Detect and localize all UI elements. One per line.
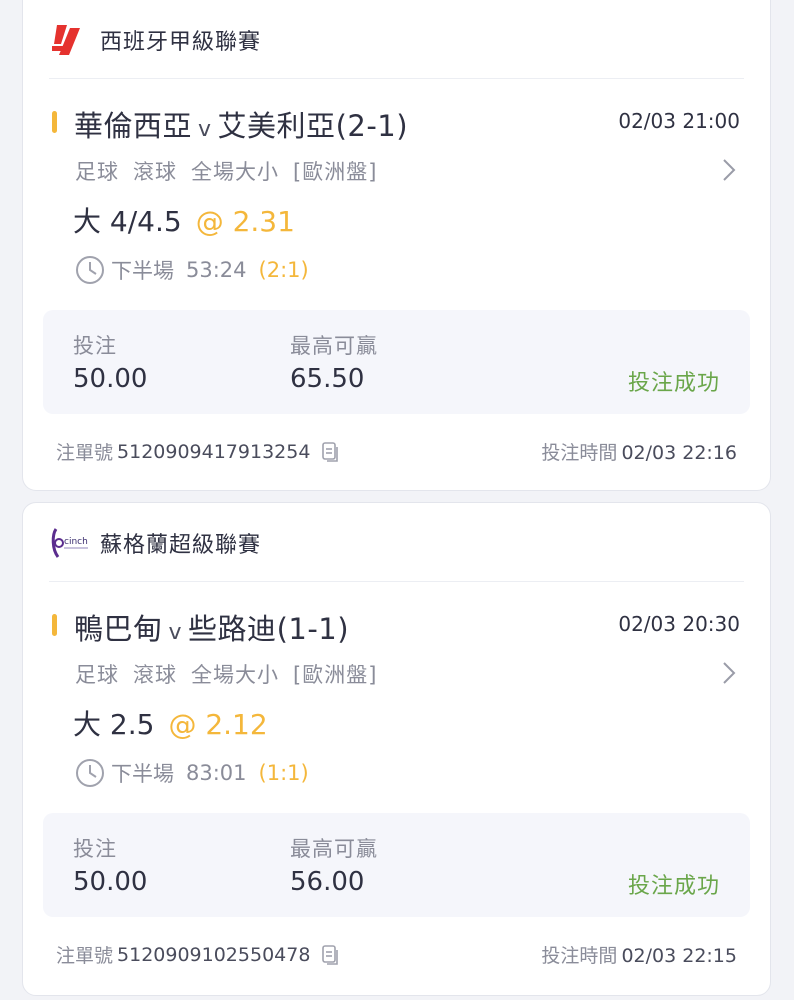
league-name: 蘇格蘭超級聯賽	[100, 533, 262, 558]
slip-label: 注單號	[56, 442, 114, 464]
slip-number: 注單號 5120909102550478	[56, 941, 340, 968]
accent-bar	[52, 111, 57, 133]
away-team: 艾美利亞	[217, 109, 336, 143]
stake-value: 50.00	[73, 364, 148, 394]
stake-value: 50.00	[73, 867, 148, 897]
away-team: 些路迪	[188, 612, 277, 646]
bet-status: 投注成功	[627, 874, 720, 899]
chevron-right-icon[interactable]	[722, 661, 736, 685]
divider	[49, 78, 744, 79]
bet-time: 投注時間 02/03 22:16	[541, 438, 737, 465]
stake-label: 投注	[73, 334, 117, 358]
kickoff-time: 02/03 21:00	[618, 109, 740, 133]
bet-time-label: 投注時間	[541, 442, 618, 464]
match-title: 鴨巴甸 v 些路迪(1-1)	[74, 606, 349, 648]
svg-text:cinch: cinch	[64, 537, 88, 547]
clock-icon	[76, 256, 104, 284]
match-score: (1-1)	[276, 612, 350, 646]
bet-status: 投注成功	[627, 371, 720, 396]
max-win-value: 56.00	[290, 867, 365, 897]
market-info: 足球 滾球 全場大小 [歐洲盤]	[75, 156, 391, 186]
mode-label: 滾球	[133, 663, 177, 687]
match-status: 下半場 53:24 (2:1)	[75, 253, 309, 287]
max-win-label: 最高可贏	[290, 837, 378, 861]
market-info: 足球 滾球 全場大小 [歐洲盤]	[75, 659, 391, 689]
league-header: 西班牙甲級聯賽	[50, 22, 261, 58]
bet-time-value: 02/03 22:16	[621, 442, 737, 464]
max-win-value: 65.50	[290, 364, 365, 394]
live-score: (1:1)	[258, 761, 309, 785]
slip-no: 5120909102550478	[117, 943, 311, 966]
match-title: 華倫西亞 v 艾美利亞(2-1)	[74, 103, 408, 145]
live-score: (2:1)	[258, 258, 309, 282]
copy-icon[interactable]	[320, 441, 340, 463]
bet-time-label: 投注時間	[541, 945, 618, 967]
stake-label: 投注	[73, 837, 117, 861]
bet-time: 投注時間 02/03 22:15	[541, 941, 737, 968]
selection-pick: 大 4/4.5	[73, 205, 182, 238]
sport-label: 足球	[75, 663, 119, 687]
clock-icon	[76, 759, 104, 787]
match-period: 下半場	[111, 259, 174, 283]
bet-footer: 注單號 5120909417913254 投注時間 02/03 22:16	[56, 438, 737, 466]
chevron-right-icon[interactable]	[722, 158, 736, 182]
selection-row: 大 4/4.5 @ 2.31	[73, 200, 295, 240]
versus: v	[198, 117, 212, 142]
selection-pick: 大 2.5	[73, 708, 155, 741]
match-row[interactable]: 鴨巴甸 v 些路迪(1-1) 02/03 20:30	[52, 606, 740, 646]
bet-card[interactable]: 西班牙甲級聯賽 華倫西亞 v 艾美利亞(2-1) 02/03 21:00 足球 滾球全…	[22, 0, 771, 491]
laliga-logo-icon	[50, 22, 90, 58]
match-score: (2-1)	[335, 109, 409, 143]
match-clock: 53:24	[186, 258, 247, 282]
home-team: 華倫西亞	[74, 109, 193, 143]
bet-card[interactable]: cinch 蘇格蘭超級聯賽 鴨巴甸 v 些路迪(1-1) 02/03 20:30 足…	[22, 502, 771, 996]
match-clock: 83:01	[186, 761, 247, 785]
market-type: 全場大小	[191, 160, 279, 184]
selection-odds: @ 2.12	[168, 708, 268, 741]
selection-odds: @ 2.31	[195, 205, 295, 238]
sport-label: 足球	[75, 160, 119, 184]
league-name: 西班牙甲級聯賽	[100, 30, 262, 55]
max-win-label: 最高可贏	[290, 334, 378, 358]
slip-label: 注單號	[56, 945, 114, 967]
stake-panel: 投注 50.00 最高可贏 65.50 投注成功	[43, 310, 750, 414]
slip-no: 5120909417913254	[117, 440, 311, 463]
home-team: 鴨巴甸	[74, 612, 163, 646]
league-header: cinch 蘇格蘭超級聯賽	[50, 525, 261, 561]
market-type: 全場大小	[191, 663, 279, 687]
accent-bar	[52, 614, 57, 636]
slip-number: 注單號 5120909417913254	[56, 438, 340, 465]
match-period: 下半場	[111, 762, 174, 786]
kickoff-time: 02/03 20:30	[618, 612, 740, 636]
mode-label: 滾球	[133, 160, 177, 184]
odds-format: [歐洲盤]	[293, 160, 378, 184]
bet-time-value: 02/03 22:15	[621, 945, 737, 967]
odds-format: [歐洲盤]	[293, 663, 378, 687]
selection-row: 大 2.5 @ 2.12	[73, 703, 268, 743]
bet-footer: 注單號 5120909102550478 投注時間 02/03 22:15	[56, 941, 737, 969]
match-status: 下半場 83:01 (1:1)	[75, 756, 309, 790]
divider	[49, 581, 744, 582]
stake-panel: 投注 50.00 最高可贏 56.00 投注成功	[43, 813, 750, 917]
copy-icon[interactable]	[320, 944, 340, 966]
versus: v	[168, 620, 183, 645]
match-row[interactable]: 華倫西亞 v 艾美利亞(2-1) 02/03 21:00	[52, 103, 740, 143]
cinch-premiership-logo-icon: cinch	[50, 525, 90, 561]
